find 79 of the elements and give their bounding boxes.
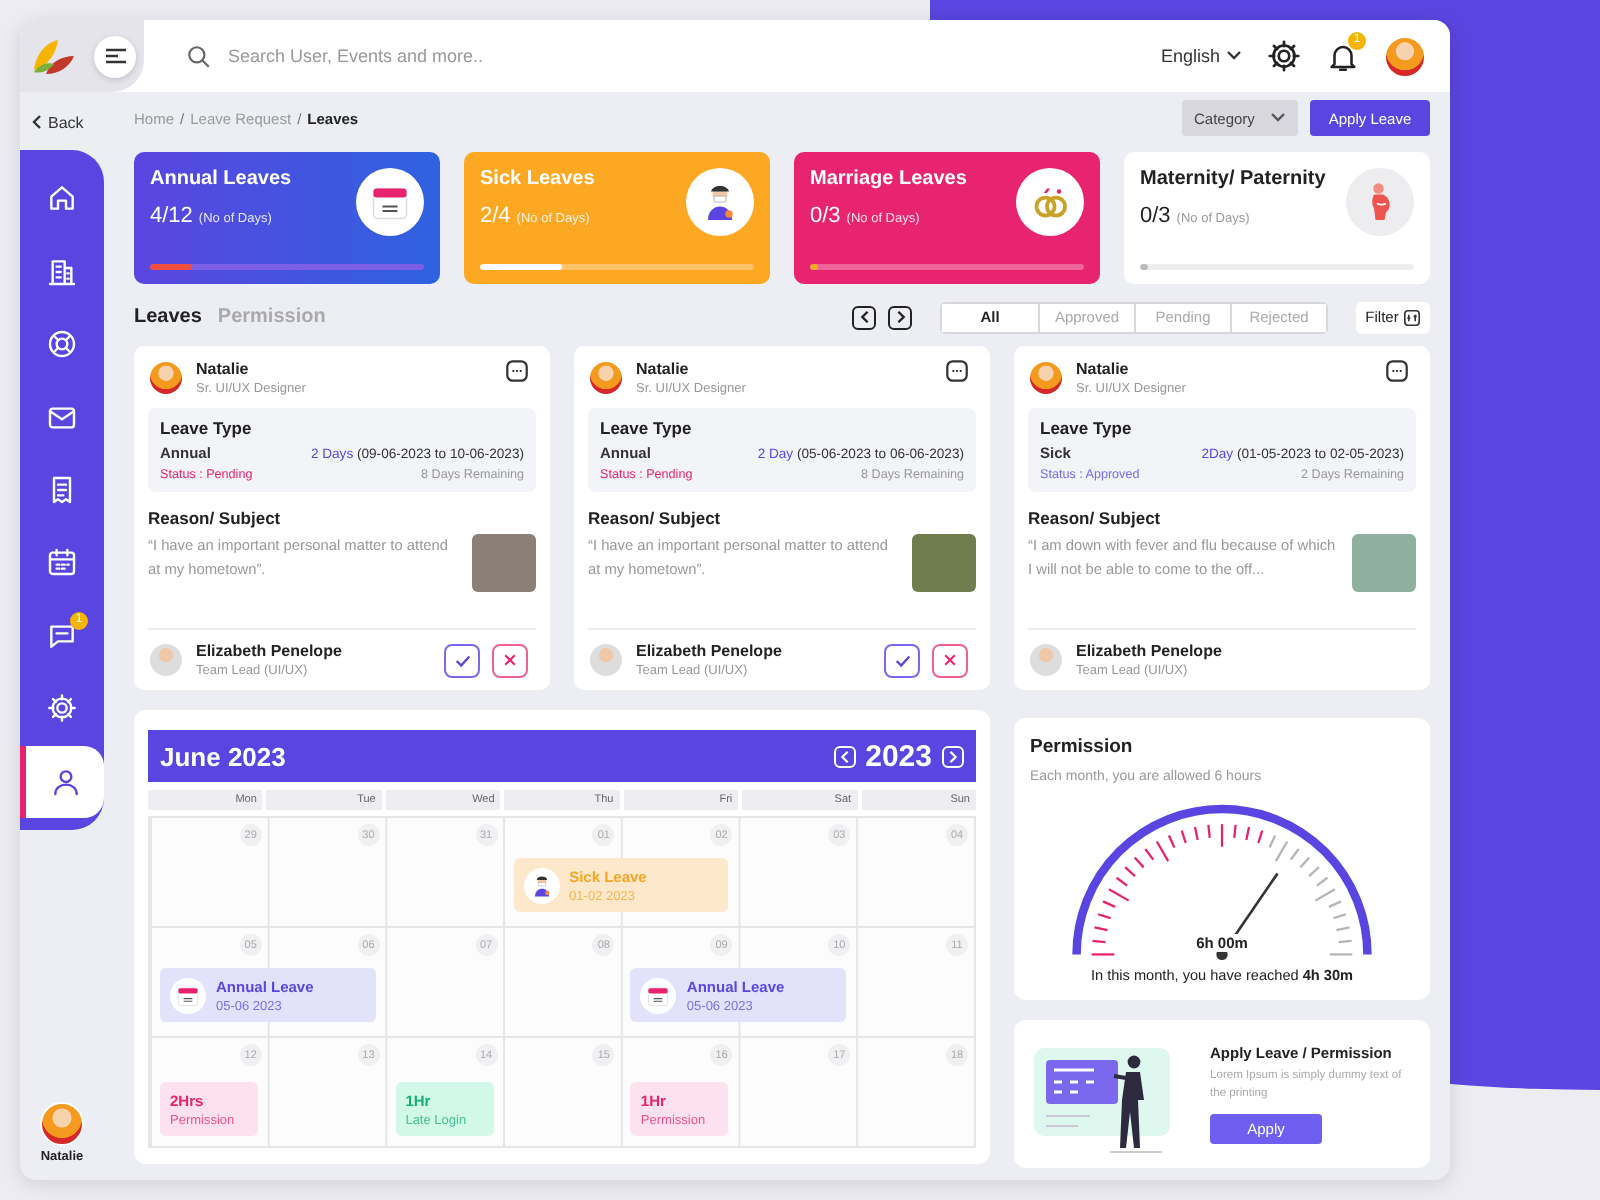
person-icon <box>523 867 560 903</box>
section-title: Reason/ Subject <box>1028 508 1163 528</box>
calendar-icon <box>46 546 78 579</box>
chat-icon <box>46 619 78 652</box>
avatar <box>1028 360 1064 396</box>
section-title: Leave Type <box>600 418 694 438</box>
search-icon <box>186 43 212 69</box>
chevron-right-icon <box>948 749 958 763</box>
person-icon <box>49 765 81 798</box>
lifebuoy-icon <box>46 328 78 361</box>
chevron-down-icon <box>1226 50 1242 62</box>
approver-name: Elizabeth Penelope <box>1076 642 1222 660</box>
calendar-icon <box>640 977 677 1013</box>
check-icon <box>453 651 471 669</box>
employee-name: Natalie <box>636 360 691 378</box>
avatar <box>588 360 624 396</box>
section-title: Reason/ Subject <box>148 508 283 528</box>
search-field[interactable]: Search User, Events and more.. <box>224 44 724 68</box>
menu-icon <box>105 48 125 64</box>
calendar-icon <box>356 168 424 236</box>
pregnant-figure-icon <box>1346 168 1414 236</box>
section-title: Leave Type <box>160 418 254 438</box>
leave-count: 4/12 <box>150 204 193 228</box>
avatar <box>588 642 624 678</box>
photo-placeholder <box>472 534 536 592</box>
section-title: Reason/ Subject <box>588 508 723 528</box>
filter-icon <box>1404 309 1421 325</box>
chevron-right-icon <box>895 310 905 324</box>
building-icon <box>46 255 78 288</box>
card-title: Annual Leaves <box>150 168 292 190</box>
avatar <box>1028 642 1064 678</box>
avatar[interactable] <box>40 1102 84 1146</box>
calendar-icon <box>170 977 206 1013</box>
card-title: Maternity/ Paternity <box>1140 168 1326 190</box>
close-icon <box>942 652 958 668</box>
reject-button[interactable] <box>492 643 528 677</box>
card-title: Marriage Leaves <box>810 168 967 190</box>
mail-icon <box>46 401 78 434</box>
chevron-left-icon <box>32 114 42 130</box>
chevron-left-icon <box>839 749 850 763</box>
month-title: June 2023 <box>160 741 286 771</box>
more-icon[interactable] <box>506 360 528 382</box>
card-title: Permission <box>1030 736 1133 758</box>
check-icon <box>893 651 911 669</box>
more-icon[interactable] <box>946 360 968 382</box>
home-icon <box>46 182 78 215</box>
settings-icon <box>46 692 78 725</box>
photo-placeholder <box>912 534 976 592</box>
leave-count: 2/4 <box>480 204 511 228</box>
sidebar-item[interactable] <box>20 745 104 818</box>
card-title: Sick Leaves <box>480 168 595 190</box>
leave-count: 0/3 <box>1140 204 1171 228</box>
close-icon <box>502 652 518 668</box>
rings-icon <box>1016 168 1084 236</box>
person-icon <box>686 168 754 236</box>
reject-button[interactable] <box>932 643 968 677</box>
settings-icon[interactable] <box>1266 38 1302 74</box>
leave-count: 0/3 <box>810 204 841 228</box>
approver-name: Elizabeth Penelope <box>636 642 782 660</box>
approve-button[interactable] <box>884 643 920 677</box>
approve-button[interactable] <box>444 643 480 677</box>
language-select[interactable]: English <box>1160 46 1242 66</box>
menu-button[interactable] <box>94 35 136 77</box>
chevron-down-icon <box>1270 112 1286 124</box>
avatar <box>148 642 184 678</box>
next-button[interactable] <box>888 305 912 329</box>
employee-name: Natalie <box>196 360 251 378</box>
previous-button[interactable] <box>852 305 876 329</box>
more-icon[interactable] <box>1386 360 1408 382</box>
avatar[interactable] <box>1384 35 1426 77</box>
back-link[interactable]: Back <box>20 110 84 134</box>
employee-name: Natalie <box>1076 360 1131 378</box>
section-title: Leave Type <box>1040 418 1134 438</box>
avatar <box>148 360 184 396</box>
photo-placeholder <box>1352 534 1416 592</box>
chevron-left-icon <box>859 310 869 324</box>
tab[interactable]: Leaves <box>134 306 202 328</box>
year-label: 2023 <box>865 739 932 773</box>
approver-name: Elizabeth Penelope <box>196 642 342 660</box>
